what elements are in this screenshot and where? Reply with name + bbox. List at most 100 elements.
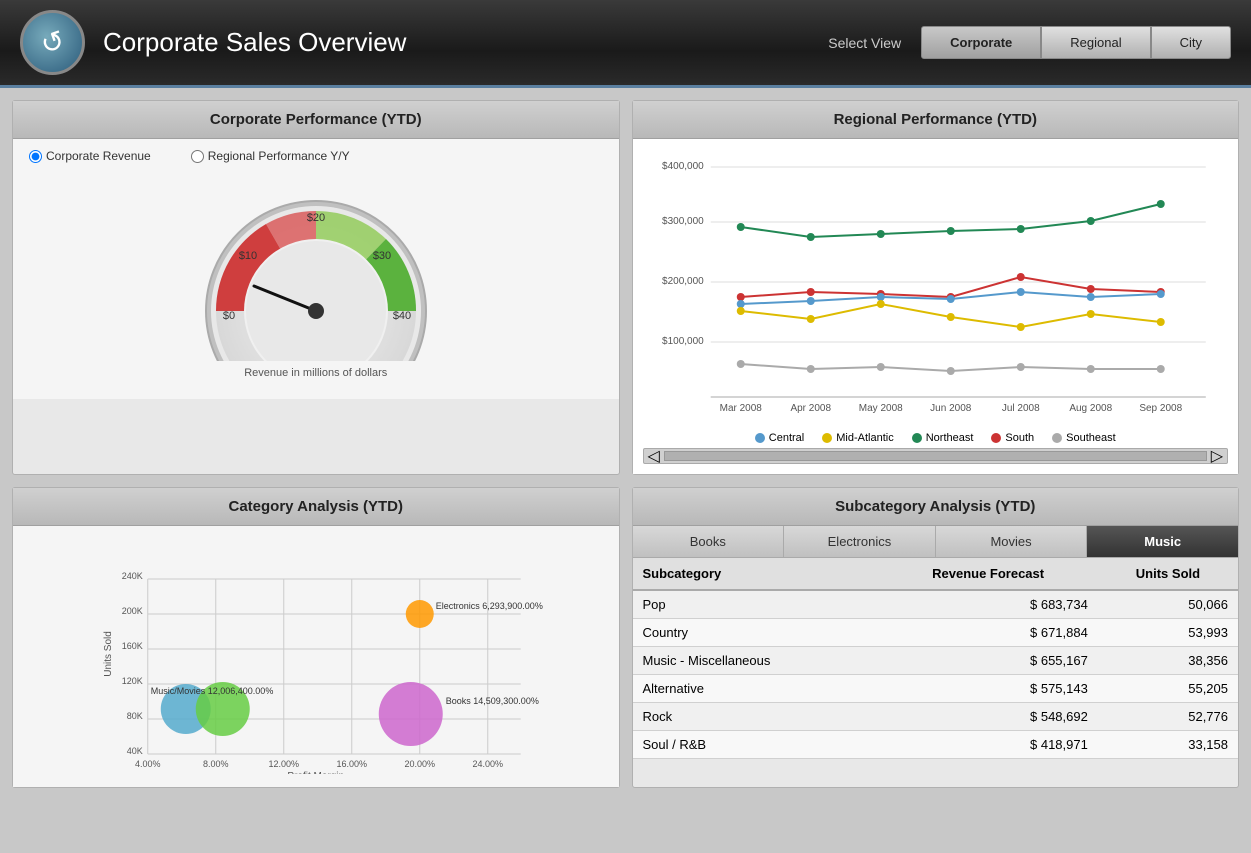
legend-south-label: South [1005, 432, 1034, 444]
subcategory-title: Subcategory Analysis (YTD) [633, 488, 1239, 526]
svg-text:$40: $40 [393, 310, 411, 322]
svg-text:$0: $0 [223, 310, 235, 322]
col-units: Units Sold [1098, 558, 1238, 590]
subcategory-table: Subcategory Revenue Forecast Units Sold … [633, 558, 1239, 759]
cell-units: 50,066 [1098, 590, 1238, 619]
svg-text:$300,000: $300,000 [662, 216, 704, 227]
svg-text:40K: 40K [127, 746, 143, 756]
cell-revenue: $ 683,734 [878, 590, 1097, 619]
svg-text:80K: 80K [127, 711, 143, 721]
scrollbar[interactable]: ◁ ▷ [643, 448, 1229, 464]
svg-text:$20: $20 [307, 212, 325, 224]
category-body: Units Sold 40K 80K 120K 160K 200K 240K [13, 526, 619, 787]
tab-books[interactable]: Books [633, 526, 785, 557]
svg-text:$400,000: $400,000 [662, 161, 704, 172]
regional-perf-title: Regional Performance (YTD) [633, 101, 1239, 139]
col-subcategory: Subcategory [633, 558, 879, 590]
svg-text:$100,000: $100,000 [662, 336, 704, 347]
svg-text:4.00%: 4.00% [135, 759, 161, 769]
svg-text:Jul 2008: Jul 2008 [1001, 403, 1039, 414]
svg-text:8.00%: 8.00% [203, 759, 229, 769]
view-btn-regional[interactable]: Regional [1041, 26, 1150, 59]
table-row: Alternative $ 575,143 55,205 [633, 675, 1239, 703]
legend-midatlantic-dot [822, 433, 832, 443]
svg-text:Units Sold: Units Sold [103, 631, 114, 677]
legend-central-label: Central [769, 432, 804, 444]
cell-subcategory: Soul / R&B [633, 731, 879, 759]
corp-perf-panel: Corporate Performance (YTD) Corporate Re… [12, 100, 620, 475]
legend-midatlantic: Mid-Atlantic [822, 432, 893, 444]
svg-text:$10: $10 [239, 250, 257, 262]
scroll-track[interactable] [664, 451, 1207, 461]
svg-text:24.00%: 24.00% [472, 759, 503, 769]
svg-text:120K: 120K [122, 676, 143, 686]
legend-row: Central Mid-Atlantic Northeast South Sou… [643, 432, 1229, 444]
svg-text:$30: $30 [373, 250, 391, 262]
table-row: Rock $ 548,692 52,776 [633, 703, 1239, 731]
radio-regional-perf[interactable]: Regional Performance Y/Y [191, 149, 350, 163]
radio-corp-input[interactable] [29, 150, 42, 163]
cell-revenue: $ 548,692 [878, 703, 1097, 731]
radio-corporate-revenue[interactable]: Corporate Revenue [29, 149, 151, 163]
page-title: Corporate Sales Overview [103, 27, 828, 58]
table-row: Country $ 671,884 53,993 [633, 619, 1239, 647]
view-btn-corporate[interactable]: Corporate [921, 26, 1041, 59]
cell-units: 33,158 [1098, 731, 1238, 759]
regional-perf-panel: Regional Performance (YTD) $400,000 $300… [632, 100, 1240, 475]
legend-southeast-dot [1052, 433, 1062, 443]
scroll-right-arrow[interactable]: ▷ [1211, 446, 1223, 466]
cell-revenue: $ 655,167 [878, 647, 1097, 675]
cell-units: 53,993 [1098, 619, 1238, 647]
cell-revenue: $ 671,884 [878, 619, 1097, 647]
main-content: Corporate Performance (YTD) Corporate Re… [0, 88, 1251, 800]
svg-text:May 2008: May 2008 [858, 403, 902, 414]
svg-text:Jun 2008: Jun 2008 [930, 403, 972, 414]
legend-south: South [991, 432, 1034, 444]
svg-text:Aug 2008: Aug 2008 [1069, 403, 1112, 414]
legend-central-dot [755, 433, 765, 443]
subcategory-panel: Subcategory Analysis (YTD) Books Electro… [632, 487, 1240, 788]
header: ↺ Corporate Sales Overview Select View C… [0, 0, 1251, 88]
table-row: Pop $ 683,734 50,066 [633, 590, 1239, 619]
scroll-left-arrow[interactable]: ◁ [648, 446, 660, 466]
svg-text:Apr 2008: Apr 2008 [790, 403, 831, 414]
svg-text:240K: 240K [122, 571, 143, 581]
view-btn-city[interactable]: City [1151, 26, 1231, 59]
subcat-tabs: Books Electronics Movies Music [633, 526, 1239, 558]
tab-movies[interactable]: Movies [936, 526, 1088, 557]
svg-text:20.00%: 20.00% [404, 759, 435, 769]
category-chart: Units Sold 40K 80K 120K 160K 200K 240K [21, 534, 611, 774]
table-row: Music - Miscellaneous $ 655,167 38,356 [633, 647, 1239, 675]
radio-regional-input[interactable] [191, 150, 204, 163]
svg-text:$200,000: $200,000 [662, 276, 704, 287]
corp-perf-body: Corporate Revenue Regional Performance Y… [13, 139, 619, 399]
category-title: Category Analysis (YTD) [13, 488, 619, 526]
legend-northeast-dot [912, 433, 922, 443]
svg-text:Books 14,509,300.00%: Books 14,509,300.00% [446, 696, 539, 706]
cell-revenue: $ 575,143 [878, 675, 1097, 703]
cell-units: 52,776 [1098, 703, 1238, 731]
legend-southeast-label: Southeast [1066, 432, 1116, 444]
cell-subcategory: Alternative [633, 675, 879, 703]
legend-midatlantic-label: Mid-Atlantic [836, 432, 893, 444]
radio-row: Corporate Revenue Regional Performance Y… [29, 149, 603, 163]
regional-perf-body: $400,000 $300,000 $200,000 $100,000 Mar … [633, 139, 1239, 474]
legend-central: Central [755, 432, 804, 444]
svg-text:Music/Movies 12,006,400.00%: Music/Movies 12,006,400.00% [151, 686, 274, 696]
legend-northeast: Northeast [912, 432, 974, 444]
tab-electronics[interactable]: Electronics [784, 526, 936, 557]
gauge-note: Revenue in millions of dollars [244, 367, 387, 379]
gauge-svg: $0 $10 $20 $30 $40 [186, 181, 446, 361]
cell-units: 38,356 [1098, 647, 1238, 675]
legend-southeast: Southeast [1052, 432, 1116, 444]
tab-music[interactable]: Music [1087, 526, 1238, 557]
table-row: Soul / R&B $ 418,971 33,158 [633, 731, 1239, 759]
cell-subcategory: Music - Miscellaneous [633, 647, 879, 675]
category-panel: Category Analysis (YTD) Units Sold 40K 8… [12, 487, 620, 788]
svg-text:200K: 200K [122, 606, 143, 616]
legend-northeast-label: Northeast [926, 432, 974, 444]
svg-text:12.00%: 12.00% [268, 759, 299, 769]
regional-chart: $400,000 $300,000 $200,000 $100,000 Mar … [643, 149, 1229, 419]
cell-units: 55,205 [1098, 675, 1238, 703]
corp-perf-title: Corporate Performance (YTD) [13, 101, 619, 139]
